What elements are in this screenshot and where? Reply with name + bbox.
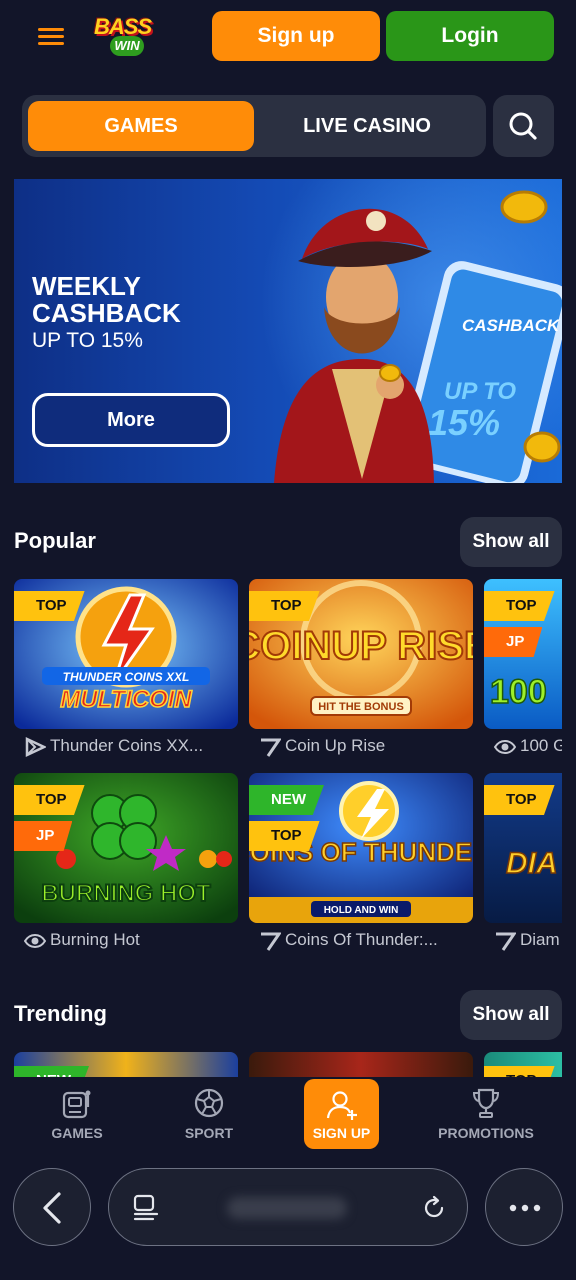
game-card[interactable]: DIA ST TOP [484, 773, 562, 923]
game-card[interactable]: TOP [484, 1052, 562, 1077]
game-title: Diam [520, 930, 560, 949]
game-title-row[interactable]: Coins Of Thunder:... [259, 929, 473, 953]
url-text-blurred [227, 1197, 347, 1219]
game-title-row[interactable]: Diam [494, 929, 562, 953]
trending-title: Trending [14, 1001, 107, 1026]
game-card[interactable]: 100 TOP JP [484, 579, 562, 729]
game-card[interactable]: COINUP RISE HIT THE BONUS TOP [249, 579, 473, 729]
banner-subtitle: UP TO 15% [32, 329, 143, 352]
phone-text-percent: 15% [428, 402, 500, 443]
game-title: Thunder Coins XX... [50, 736, 204, 755]
bottom-nav: GAMES SPORT SIGN UP PROMOTIONS [0, 1077, 576, 1155]
logo-text-bottom: WIN [110, 36, 144, 56]
nav-signup[interactable]: SIGN UP [304, 1079, 379, 1149]
slot-machine-icon [62, 1090, 91, 1119]
trending-show-all-button[interactable]: Show all [460, 990, 562, 1040]
game-card[interactable]: THUNDER COINS XXL MULTICOIN TOP [14, 579, 238, 729]
nav-promotions-label: PROMOTIONS [438, 1125, 534, 1141]
game-art-title: MULTICOIN [60, 686, 192, 713]
seven-provider-icon [261, 932, 281, 951]
game-art-title: BURNING HOT [41, 880, 211, 907]
game-title-row[interactable]: Thunder Coins XX... [24, 735, 238, 759]
game-title-row[interactable]: Coin Up Rise [259, 735, 473, 759]
tabs-icon [133, 1194, 159, 1221]
phone-text-cashback: CASHBACK [462, 316, 561, 335]
pirate-illustration: CASHBACK UP TO 15% [274, 190, 562, 483]
game-card[interactable]: COINS OF THUNDER HOLD AND WIN NEW TOP [249, 773, 473, 923]
game-title: Burning Hot [50, 930, 140, 949]
promo-banner[interactable]: WEEKLY CASHBACK UP TO 15% More CASHBACK … [14, 179, 562, 483]
game-art-title: 100 [490, 673, 547, 711]
game-title-row[interactable]: Burning Hot [24, 929, 238, 953]
browser-back-button[interactable] [13, 1168, 91, 1246]
game-card[interactable] [249, 1052, 473, 1077]
banner-more-button[interactable]: More [32, 393, 230, 447]
game-art-title: DIA ST [506, 847, 562, 880]
nav-signup-label: SIGN UP [312, 1125, 371, 1141]
badge-top: TOP [14, 591, 85, 621]
game-art-subtitle: HIT THE BONUS [318, 701, 404, 713]
game-art-subtitle: THUNDER COINS XXL [63, 670, 190, 684]
game-art-subtitle: HOLD AND WIN [324, 905, 399, 916]
badge-new: NEW [249, 785, 324, 815]
play-provider-icon [25, 737, 46, 757]
badge-top: TOP [484, 785, 555, 815]
nav-promotions[interactable]: PROMOTIONS [431, 1077, 541, 1149]
nav-games-label: GAMES [51, 1125, 103, 1141]
game-card[interactable]: NEW [14, 1052, 238, 1077]
eye-provider-icon [24, 934, 46, 948]
badge-top: TOP [484, 1066, 555, 1077]
page: BASS WIN Sign up Login GAMES LIVE CASINO… [0, 0, 576, 1280]
banner-title: WEEKLY CASHBACK [32, 271, 181, 328]
signup-button[interactable]: Sign up [212, 11, 380, 61]
browser-address-bar[interactable] [108, 1168, 468, 1246]
nav-sport[interactable]: SPORT [164, 1077, 254, 1149]
more-dots-icon [509, 1204, 541, 1212]
popular-show-all-button[interactable]: Show all [460, 517, 562, 567]
eye-provider-icon [494, 740, 516, 754]
badge-new: NEW [14, 1066, 89, 1077]
badge-jp: JP [14, 821, 73, 851]
badge-top: TOP [484, 591, 555, 621]
browser-more-button[interactable] [485, 1168, 563, 1246]
tab-live-casino[interactable]: LIVE CASINO [254, 101, 480, 151]
header: BASS WIN Sign up Login [0, 0, 576, 72]
add-user-icon [326, 1091, 357, 1120]
menu-icon[interactable] [36, 26, 66, 48]
popular-title: Popular [14, 528, 96, 553]
game-art-title: COINUP RISE [249, 624, 473, 668]
login-button[interactable]: Login [386, 11, 554, 61]
nav-sport-label: SPORT [184, 1125, 234, 1141]
category-tabs: GAMES LIVE CASINO [22, 95, 486, 157]
search-button[interactable] [493, 95, 554, 157]
badge-top: TOP [249, 591, 320, 621]
badge-jp: JP [484, 627, 543, 657]
search-icon [509, 112, 537, 140]
seven-provider-icon [496, 932, 516, 951]
game-title: Coins Of Thunder:... [285, 930, 438, 949]
game-title-row[interactable]: 100 G [494, 735, 562, 759]
nav-games[interactable]: GAMES [32, 1077, 122, 1149]
trophy-icon [472, 1088, 500, 1118]
reload-icon[interactable] [419, 1193, 449, 1223]
badge-top: TOP [14, 785, 85, 815]
game-title: 100 G [520, 736, 562, 755]
game-card[interactable]: BURNING HOT TOP JP [14, 773, 238, 923]
seven-provider-icon [261, 738, 281, 757]
phone-text-upto: UP TO [444, 378, 516, 405]
badge-top: TOP [249, 821, 320, 851]
tab-games[interactable]: GAMES [28, 101, 254, 151]
chevron-left-icon [43, 1192, 61, 1224]
game-title: Coin Up Rise [285, 736, 386, 755]
soccer-ball-icon [194, 1088, 224, 1118]
browser-toolbar [0, 1155, 576, 1280]
logo[interactable]: BASS WIN [88, 12, 174, 58]
